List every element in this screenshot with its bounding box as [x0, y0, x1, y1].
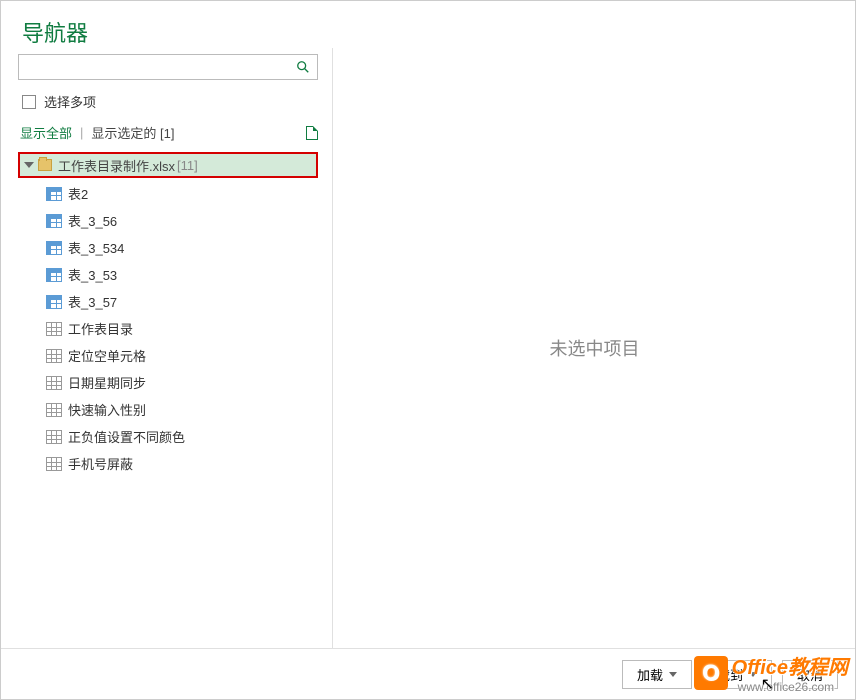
tree-item-label: 表_3_56 [68, 211, 117, 230]
tree-item-label: 定位空单元格 [68, 346, 146, 365]
root-file-label: 工作表目录制作.xlsx [58, 156, 175, 175]
chevron-down-icon [749, 672, 757, 677]
tree-item-label: 手机号屏蔽 [68, 454, 133, 473]
cancel-button[interactable]: 取消 [782, 660, 838, 689]
tree-item-label: 表_3_534 [68, 238, 124, 257]
tree-item-label: 正负值设置不同颜色 [68, 427, 185, 446]
root-item-count: [11] [177, 158, 198, 173]
load-button[interactable]: 加载 [622, 660, 692, 689]
dialog-footer: 加载 载到 取消 [0, 648, 856, 700]
tree-item[interactable]: 工作表目录 [46, 315, 320, 342]
sheet-icon [46, 457, 62, 471]
table-icon [46, 268, 62, 282]
dialog-content: 选择多项 显示全部 | 显示选定的 [1] 工作表目录制作.xlsx [11] … [0, 48, 856, 648]
load-to-button-label: 载到 [717, 665, 743, 684]
tree-item[interactable]: 定位空单元格 [46, 342, 320, 369]
cancel-button-label: 取消 [797, 665, 823, 684]
tree-item[interactable]: 正负值设置不同颜色 [46, 423, 320, 450]
tree-item-label: 工作表目录 [68, 319, 133, 338]
tree-item-label: 表2 [68, 184, 88, 203]
tree-item[interactable]: 手机号屏蔽 [46, 450, 320, 477]
tree-item-label: 日期星期同步 [68, 373, 146, 392]
dialog-title: 导航器 [22, 16, 834, 48]
sheet-icon [46, 403, 62, 417]
table-icon [46, 214, 62, 228]
tree-item[interactable]: 表_3_534 [46, 234, 320, 261]
table-icon [46, 187, 62, 201]
tree-items: 表2 表_3_56 表_3_534 表_3_53 表_3_57 工作表目录 定位… [18, 178, 320, 477]
navigator-panel: 选择多项 显示全部 | 显示选定的 [1] 工作表目录制作.xlsx [11] … [0, 48, 333, 648]
sheet-icon [46, 376, 62, 390]
table-icon [46, 295, 62, 309]
table-icon [46, 241, 62, 255]
tree-item[interactable]: 表_3_53 [46, 261, 320, 288]
show-all-link[interactable]: 显示全部 [20, 123, 72, 142]
folder-icon [38, 159, 52, 171]
load-button-label: 加载 [637, 665, 663, 684]
multi-select-label: 选择多项 [44, 92, 96, 111]
search-icon[interactable] [289, 55, 317, 79]
load-to-button[interactable]: 载到 [702, 660, 772, 689]
tree-root-highlight: 工作表目录制作.xlsx [11] [18, 152, 318, 178]
tree-item[interactable]: 日期星期同步 [46, 369, 320, 396]
collapse-arrow-icon[interactable] [24, 162, 34, 168]
chevron-down-icon [669, 672, 677, 677]
tree-item[interactable]: 表_3_57 [46, 288, 320, 315]
filter-separator: | [80, 125, 83, 140]
multi-select-option[interactable]: 选择多项 [18, 88, 320, 119]
sheet-icon [46, 349, 62, 363]
show-selected-link[interactable]: 显示选定的 [1] [91, 123, 174, 142]
filter-row: 显示全部 | 显示选定的 [1] [18, 119, 320, 152]
sheet-icon [46, 322, 62, 336]
tree-item[interactable]: 表2 [46, 180, 320, 207]
refresh-icon[interactable] [306, 126, 318, 140]
multi-select-checkbox[interactable] [22, 95, 36, 109]
tree-item-label: 表_3_53 [68, 265, 117, 284]
search-input[interactable] [19, 55, 289, 79]
search-box[interactable] [18, 54, 318, 80]
tree-item[interactable]: 快速输入性别 [46, 396, 320, 423]
tree-root[interactable]: 工作表目录制作.xlsx [11] [20, 154, 316, 176]
tree-item[interactable]: 表_3_56 [46, 207, 320, 234]
preview-placeholder: 未选中项目 [550, 335, 640, 361]
tree-item-label: 快速输入性别 [68, 400, 146, 419]
preview-panel: 未选中项目 [333, 48, 856, 648]
tree-item-label: 表_3_57 [68, 292, 117, 311]
sheet-icon [46, 430, 62, 444]
